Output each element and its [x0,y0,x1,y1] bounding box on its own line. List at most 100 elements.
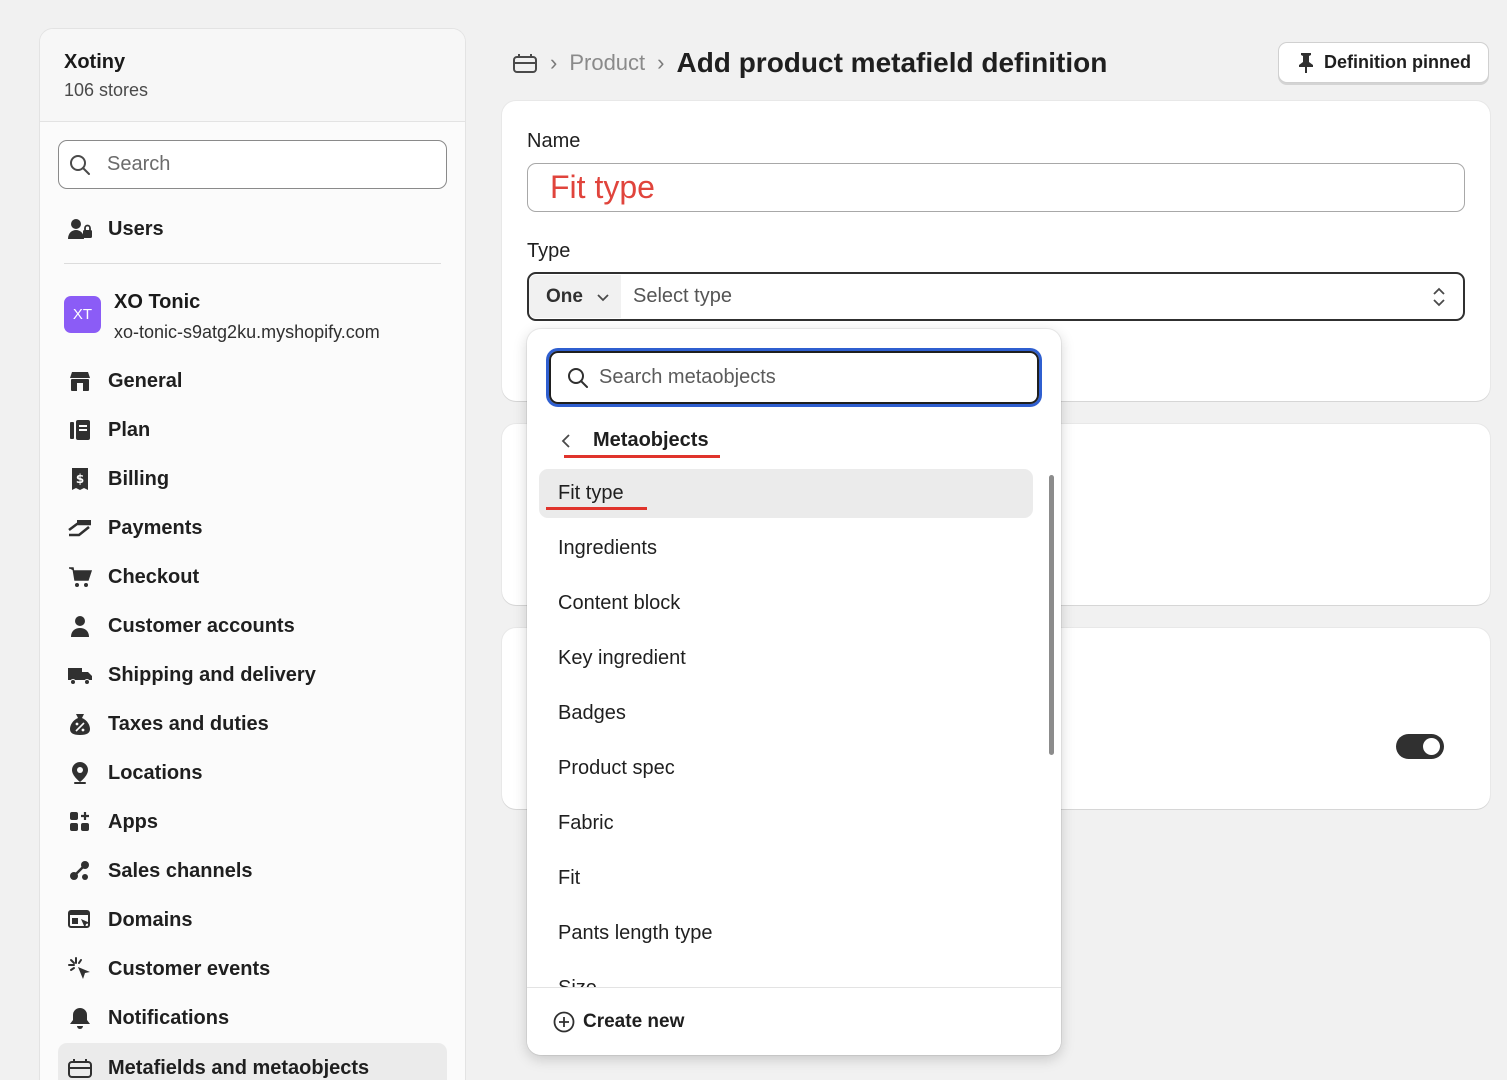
sidebar-item-label: Apps [108,810,158,833]
sidebar-item-customer-accounts[interactable]: Customer accounts [58,604,447,648]
name-input[interactable]: Fit type [527,163,1465,212]
apps-icon [67,809,93,835]
sidebar-item-label: Customer accounts [108,614,295,637]
sidebar-search-input[interactable] [107,153,407,176]
definition-pinned-button[interactable]: Definition pinned [1278,42,1489,83]
page-header: › Product › Add product metafield defini… [512,44,1107,82]
search-icon [567,367,589,389]
store-switcher[interactable]: XT XO Tonic xo-tonic-s9atg2ku.myshopify.… [64,291,380,343]
sidebar-item-label: General [108,369,183,392]
payments-icon [67,515,93,541]
sidebar-item-label: Sales channels [108,859,253,882]
cursor-icon [67,956,93,982]
sidebar-item-label: Payments [108,516,203,539]
breadcrumb-product[interactable]: Product [569,50,645,76]
breadcrumb-separator: › [550,50,558,75]
annotation-underline [564,455,720,458]
list-item[interactable]: Size [539,964,1033,987]
tax-icon [67,711,93,737]
metaobject-search[interactable] [549,351,1039,404]
list-item[interactable]: Badges [539,689,1033,738]
sidebar-item-sales-channels[interactable]: Sales channels [58,849,447,893]
sidebar-item-plan[interactable]: Plan [58,408,447,452]
store-icon [67,368,93,394]
sidebar-item-label: Customer events [108,957,271,980]
sidebar-item-billing[interactable]: $ Billing [58,457,447,501]
sidebar-item-users[interactable]: Users [58,207,447,251]
users-icon [67,216,93,242]
sidebar-item-shipping[interactable]: Shipping and delivery [58,653,447,697]
organization-name: Xotiny [64,51,126,73]
create-new-label: Create new [583,1010,685,1032]
person-icon [67,613,93,639]
select-arrows-icon [1431,286,1447,308]
sidebar-item-notifications[interactable]: Notifications [58,996,447,1040]
sidebar-item-label: Billing [108,467,170,490]
create-new-button[interactable]: Create new [527,987,1061,1055]
sidebar-item-checkout[interactable]: Checkout [58,555,447,599]
sidebar-item-label: Shipping and delivery [108,663,316,686]
type-label: Type [527,240,571,262]
back-to-types[interactable]: Metaobjects [557,429,709,452]
name-label: Name [527,130,581,152]
list-item[interactable]: Pants length type [539,909,1033,958]
list-item[interactable]: Product spec [539,744,1033,793]
metaobject-list: Fit type Ingredients Content block Key i… [539,469,1033,987]
store-name: XO Tonic [114,291,201,313]
list-item[interactable]: Content block [539,579,1033,628]
sidebar-item-label: Taxes and duties [108,712,269,735]
sidebar-item-label: Metafields and metaobjects [108,1056,370,1079]
type-placeholder: Select type [633,285,732,307]
store-avatar: XT [64,296,101,333]
plus-circle-icon [553,1011,575,1033]
sidebar-item-customer-events[interactable]: Customer events [58,947,447,991]
type-select[interactable]: One Select type [527,272,1465,321]
metaobjects-heading: Metaobjects [593,429,709,451]
sidebar-item-general[interactable]: General [58,359,447,403]
breadcrumb-separator: › [657,50,665,75]
list-item[interactable]: Key ingredient [539,634,1033,683]
sidebar-item-label: Locations [108,761,203,784]
sidebar-divider [64,263,441,264]
store-url: xo-tonic-s9atg2ku.myshopify.com [114,322,380,342]
list-item[interactable]: Fabric [539,799,1033,848]
channels-icon [67,858,93,884]
location-icon [67,760,93,786]
sidebar-item-taxes[interactable]: Taxes and duties [58,702,447,746]
cardinality-select[interactable]: One [529,275,621,318]
list-item[interactable]: Fit [539,854,1033,903]
search-icon [69,154,91,176]
organization-header[interactable]: Xotiny 106 stores [40,29,465,122]
annotation-underline [546,507,647,510]
sidebar-item-label: Users [108,217,164,240]
sidebar-item-payments[interactable]: Payments [58,506,447,550]
sidebar-item-label: Plan [108,418,151,441]
chevron-down-icon [595,289,611,305]
list-item[interactable]: Ingredients [539,524,1033,573]
billing-icon: $ [67,466,93,492]
truck-icon [67,662,93,688]
settings-sidebar: Xotiny 106 stores Users XT XO Tonic xo-t… [39,28,466,1080]
pin-icon [1296,52,1316,74]
sidebar-item-label: Checkout [108,565,200,588]
metafields-icon [67,1055,93,1080]
sidebar-item-apps[interactable]: Apps [58,800,447,844]
metaobject-search-input[interactable] [599,366,999,389]
plan-icon [67,417,93,443]
access-toggle[interactable] [1396,734,1444,759]
metaobject-dropdown: Metaobjects Fit type Ingredients Content… [527,329,1061,1055]
sidebar-item-locations[interactable]: Locations [58,751,447,795]
page-title: Add product metafield definition [676,47,1108,78]
domains-icon [67,907,93,933]
cardinality-value: One [546,285,583,307]
list-item[interactable]: Fit type [539,469,1033,518]
list-scrollbar[interactable] [1049,475,1054,755]
sidebar-item-metafields[interactable]: Metafields and metaobjects [58,1043,447,1080]
cart-icon [67,564,93,590]
sidebar-item-label: Domains [108,908,193,931]
chevron-left-icon [557,432,575,450]
metafields-breadcrumb-icon[interactable] [512,50,538,76]
sidebar-search[interactable] [58,140,447,189]
sidebar-item-domains[interactable]: Domains [58,898,447,942]
organization-store-count: 106 stores [64,80,149,100]
